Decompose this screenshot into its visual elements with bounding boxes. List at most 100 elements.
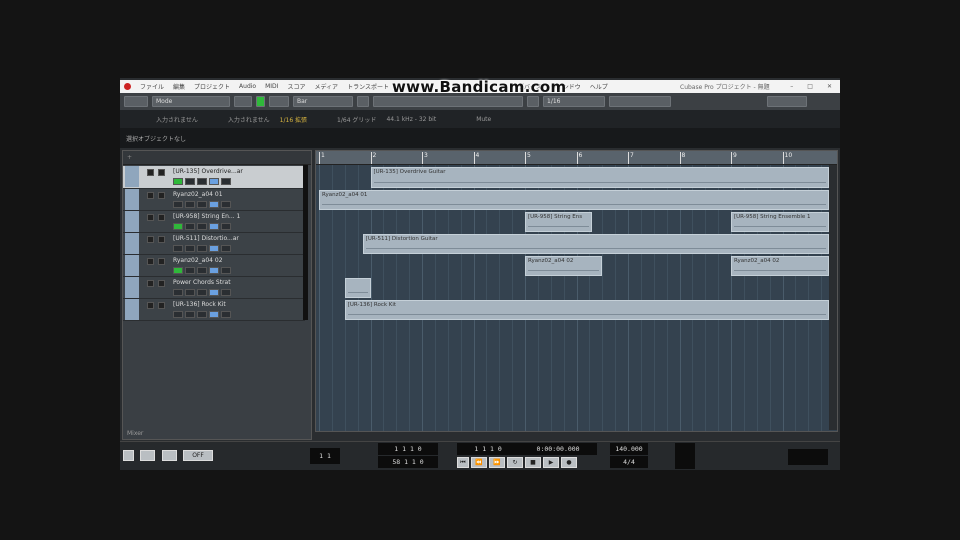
automation-mode-select[interactable]: Mode [152,96,230,107]
read-button[interactable] [197,311,207,318]
menu-media[interactable]: メディア [314,82,338,91]
monitor-button[interactable] [173,267,183,274]
menu-project[interactable]: プロジェクト [194,82,230,91]
write-button[interactable] [221,267,231,274]
record-enable-button[interactable] [185,289,195,296]
mute-button[interactable] [147,302,154,309]
mute-button[interactable] [147,214,154,221]
mute-button[interactable] [147,192,154,199]
write-button[interactable] [221,201,231,208]
monitor-button[interactable] [173,289,183,296]
monitor-button[interactable] [173,311,183,318]
read-button[interactable] [197,289,207,296]
solo-button[interactable] [158,302,165,309]
event[interactable]: [UR-958] String Ens [525,212,592,232]
maximize-icon[interactable]: □ [807,83,813,90]
write-button[interactable] [221,311,231,318]
edit-button[interactable] [209,201,219,208]
record-enable-button[interactable] [185,178,195,185]
event[interactable]: [UR-135] Overdrive Guitar [370,167,829,188]
track-row[interactable]: [UR-511] Distortio...ar [123,233,305,255]
event[interactable]: [UR-958] String Ensemble 1 [731,212,829,232]
edit-button[interactable] [209,245,219,252]
record-enable-button[interactable] [185,223,195,230]
go-to-start-button[interactable]: ⏮ [457,457,469,468]
track-row[interactable]: [UR-135] Overdrive...ar [123,166,305,189]
edit-button[interactable] [209,289,219,296]
tool-buttons[interactable] [373,96,523,107]
transport-back-button[interactable] [234,96,252,107]
close-icon[interactable]: ✕ [827,83,832,90]
event[interactable]: Ryanz02_a04 01 [319,190,829,210]
event[interactable]: [UR-136] Rock Kit [344,300,829,320]
record-enable-button[interactable] [185,245,195,252]
play-button[interactable]: ▶ [543,457,559,468]
mute-button[interactable] [147,258,154,265]
track-row[interactable]: Power Chords Strat [123,277,305,299]
right-locator[interactable]: 58 1 1 0 [378,456,438,468]
menu-help[interactable]: ヘルプ [590,82,608,91]
fast-forward-button[interactable]: ⏩ [489,457,505,468]
write-button[interactable] [221,245,231,252]
mute-button[interactable] [147,236,154,243]
monitor-button[interactable] [173,245,183,252]
menu-transport[interactable]: トランスポート [347,82,389,91]
signature-display[interactable]: 4/4 [610,456,648,468]
record-enable-button[interactable] [185,267,195,274]
track-row[interactable]: [UR-136] Rock Kit [123,299,305,321]
record-enable-button[interactable] [185,201,195,208]
cycle-mode-button[interactable] [140,450,155,461]
mute-button[interactable] [147,169,154,176]
quantize-toggle[interactable] [527,96,539,107]
track-row[interactable]: [UR-958] String En... 1 [123,211,305,233]
quantize-select[interactable]: 1/16 [543,96,605,107]
ruler[interactable]: 1 2 3 4 5 6 7 8 9 10 [316,151,837,165]
edit-button[interactable] [209,311,219,318]
play-indicator[interactable] [256,96,265,107]
read-button[interactable] [197,245,207,252]
event[interactable]: Ryanz02_a04 02 [731,256,829,276]
arrange-scrollbar[interactable] [829,165,837,430]
tempo-display[interactable]: 140.000 [610,443,648,455]
record-mode-button[interactable] [123,450,134,461]
track-row[interactable]: Ryanz02_a04 02 [123,255,305,277]
read-button[interactable] [197,201,207,208]
toolbar-layout-button[interactable] [124,96,148,107]
event[interactable]: Ryanz02_a04 02 [525,256,603,276]
track-row[interactable]: Ryanz02_a04 01 [123,189,305,211]
monitor-button[interactable] [173,178,183,185]
window-layout-buttons[interactable] [767,96,807,107]
snap-type-select[interactable]: Bar [293,96,353,107]
transport-fwd-button[interactable] [269,96,289,107]
edit-button[interactable] [209,178,219,185]
solo-button[interactable] [158,258,165,265]
solo-button[interactable] [158,236,165,243]
write-button[interactable] [221,178,231,185]
record-button[interactable]: ● [561,457,577,468]
cycle-button[interactable]: ↻ [507,457,523,468]
monitor-button[interactable] [173,201,183,208]
minimize-icon[interactable]: – [790,83,793,90]
auto-quantize-button[interactable] [162,450,177,461]
arrange-view[interactable]: 1 2 3 4 5 6 7 8 9 10 [UR-135] Overdrive Guitar Rya… [315,150,838,432]
solo-button[interactable] [158,192,165,199]
solo-button[interactable] [158,169,165,176]
read-button[interactable] [197,223,207,230]
solo-button[interactable] [158,214,165,221]
record-enable-button[interactable] [185,311,195,318]
rewind-button[interactable]: ⏪ [471,457,487,468]
menu-edit[interactable]: 編集 [173,82,185,91]
left-locator[interactable]: 1 1 1 0 [378,443,438,455]
write-button[interactable] [221,289,231,296]
event[interactable]: [UR-511] Distortion Guitar [362,234,829,254]
color-select[interactable] [609,96,671,107]
track-list-scrollbar[interactable] [303,165,308,320]
menu-midi[interactable]: MIDI [265,83,278,90]
mixer-label[interactable]: Mixer [127,430,143,438]
stop-button[interactable]: ■ [525,457,541,468]
event[interactable] [344,278,371,298]
punch-button[interactable]: OFF [183,450,213,461]
solo-button[interactable] [158,280,165,287]
mute-button[interactable] [147,280,154,287]
monitor-button[interactable] [173,223,183,230]
